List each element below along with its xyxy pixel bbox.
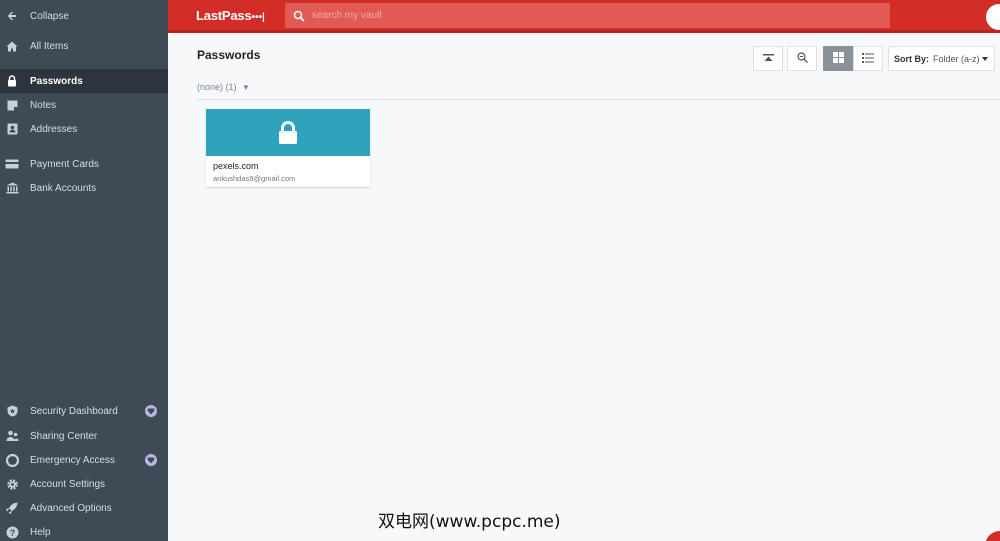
premium-badge-icon (145, 454, 157, 466)
sidebar-item-passwords[interactable]: Passwords (0, 69, 168, 93)
list-icon (862, 50, 874, 68)
sidebar-item-label: Sharing Center (30, 430, 98, 442)
sidebar-item-account-settings[interactable]: Account Settings (0, 472, 168, 496)
card-site-name: pexels.com (213, 161, 259, 171)
sidebar-item-label: Addresses (30, 123, 78, 135)
collapse-label: Collapse (30, 10, 69, 22)
lock-icon (5, 74, 19, 88)
search-box[interactable] (285, 3, 890, 28)
sort-label: Sort By: (894, 53, 930, 64)
sidebar-item-label: Notes (30, 99, 57, 111)
sidebar: Collapse All Items Passwords Notes Addre… (0, 0, 168, 541)
shield-icon (5, 404, 19, 418)
search-icon (293, 9, 305, 22)
account-avatar[interactable] (986, 4, 1000, 30)
grid-view-button[interactable] (823, 46, 853, 71)
help-fab-button[interactable] (985, 531, 1000, 541)
sidebar-item-help[interactable]: ? Help (0, 520, 168, 541)
collapse-button[interactable]: Collapse (0, 4, 168, 28)
sidebar-item-label: Payment Cards (30, 158, 99, 170)
folder-label: (none) (1) (197, 82, 237, 92)
home-icon (5, 39, 19, 53)
chevron-down-icon (982, 57, 988, 61)
gear-icon (5, 477, 19, 491)
zoom-out-icon (796, 50, 808, 68)
vault-item-card[interactable]: pexels.com ankushdas9@gmail.com (206, 109, 370, 187)
sidebar-item-label: Bank Accounts (30, 182, 97, 194)
logo-dots: •••| (251, 12, 265, 23)
sidebar-item-label: Account Settings (30, 478, 106, 490)
sidebar-item-sharing-center[interactable]: Sharing Center (0, 424, 168, 448)
sidebar-item-bank-accounts[interactable]: Bank Accounts (0, 176, 168, 200)
lastpass-logo[interactable]: LastPass•••| (196, 8, 265, 23)
sidebar-item-label: Help (30, 526, 51, 538)
page-title: Passwords (197, 48, 261, 62)
sidebar-item-advanced-options[interactable]: Advanced Options (0, 496, 168, 520)
sidebar-item-addresses[interactable]: Addresses (0, 117, 168, 141)
note-icon (5, 98, 19, 112)
collapse-all-button[interactable] (753, 46, 783, 71)
sidebar-item-payment-cards[interactable]: Payment Cards (0, 152, 168, 176)
collapse-all-icon (762, 50, 774, 68)
share-icon (5, 429, 19, 443)
lifebuoy-icon (5, 453, 19, 467)
lock-icon (278, 121, 298, 145)
sort-value: Folder (a-z) (933, 53, 980, 64)
sidebar-item-notes[interactable]: Notes (0, 93, 168, 117)
watermark: 双电网(www.pcpc.me) (378, 512, 561, 532)
divider (197, 99, 1000, 100)
arrow-left-icon (5, 9, 19, 23)
svg-text:?: ? (9, 528, 15, 538)
card-icon (5, 157, 19, 171)
help-icon: ? (5, 525, 19, 539)
bank-icon (5, 181, 19, 195)
sidebar-item-label: Advanced Options (30, 502, 112, 514)
sort-dropdown[interactable]: Sort By: Folder (a-z) (888, 46, 995, 71)
sidebar-item-all-items[interactable]: All Items (0, 34, 168, 58)
sidebar-item-security-dashboard[interactable]: Security Dashboard (0, 399, 168, 423)
rocket-icon (5, 501, 19, 515)
sidebar-item-emergency-access[interactable]: Emergency Access (0, 448, 168, 472)
folder-header[interactable]: (none) (1) ▼ (197, 82, 250, 92)
address-icon (5, 122, 19, 136)
logo-text: LastPass (196, 8, 252, 23)
premium-badge-icon (145, 405, 157, 417)
sidebar-item-label: Emergency Access (30, 454, 116, 466)
card-header (206, 109, 370, 156)
list-view-button[interactable] (853, 46, 883, 71)
sidebar-item-label: Passwords (30, 75, 83, 87)
sidebar-item-label: Security Dashboard (30, 405, 118, 417)
folder-caret-icon: ▼ (242, 83, 250, 92)
sidebar-item-label: All Items (30, 40, 69, 52)
card-username: ankushdas9@gmail.com (213, 174, 296, 183)
search-input[interactable] (312, 3, 882, 28)
top-bar: LastPass•••| (168, 0, 1000, 33)
zoom-button[interactable] (787, 46, 817, 71)
grid-icon (832, 50, 844, 68)
